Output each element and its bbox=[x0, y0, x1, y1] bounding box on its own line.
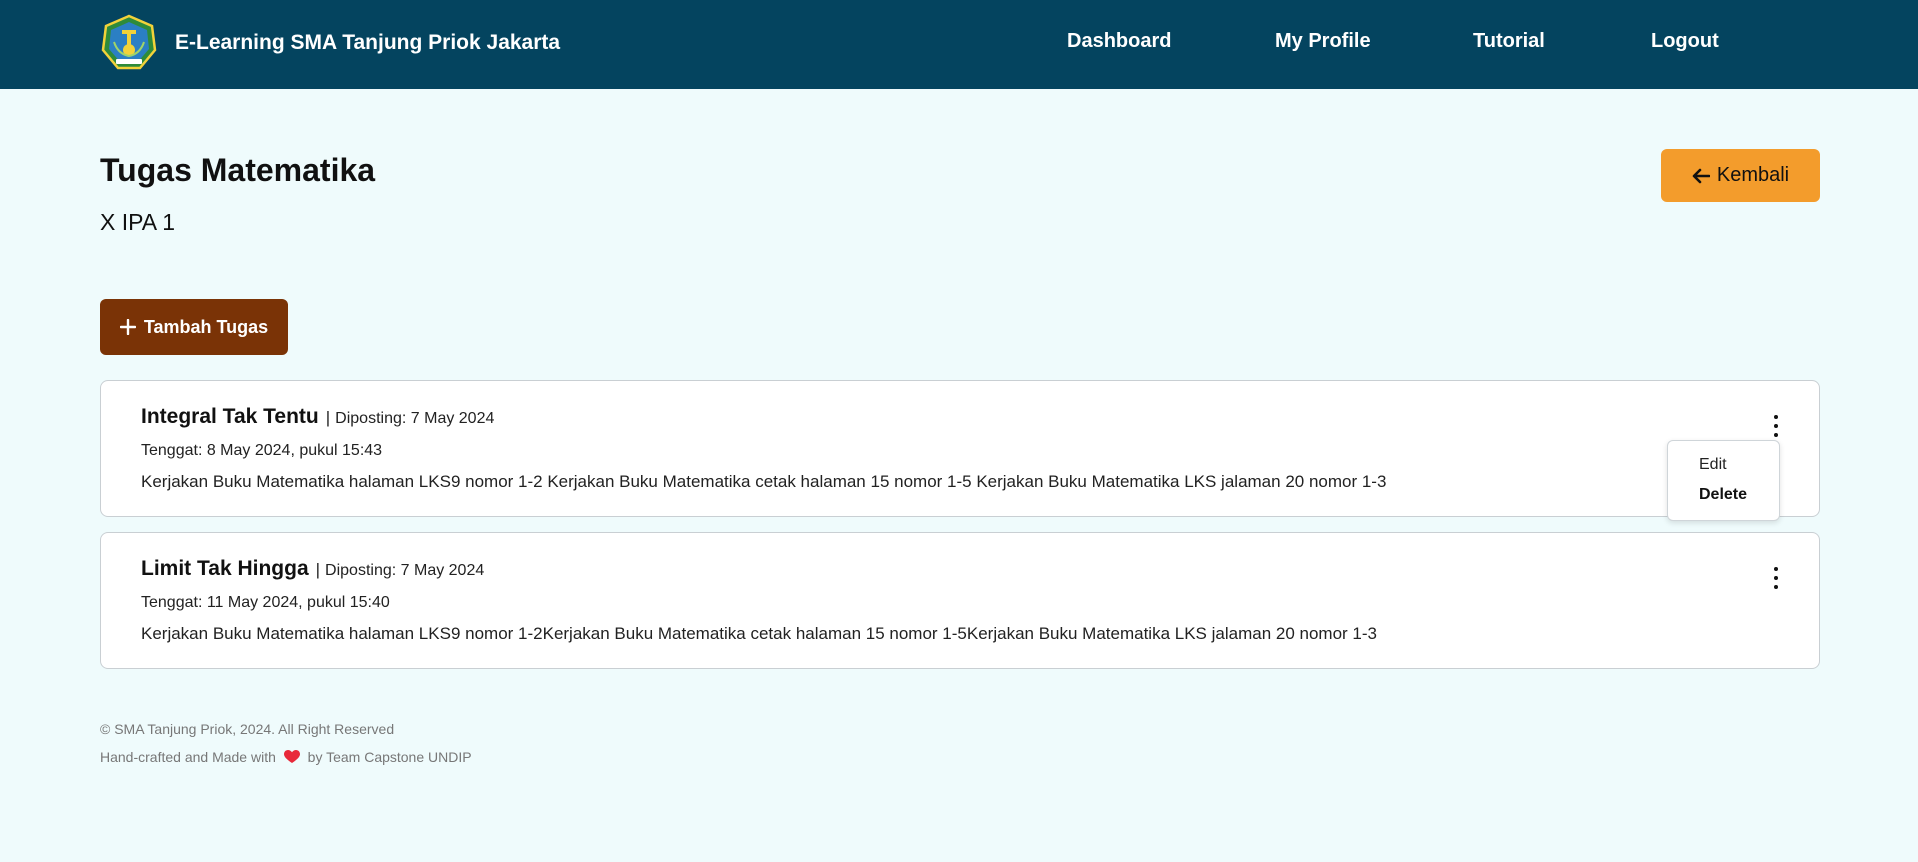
back-button[interactable]: Kembali bbox=[1661, 149, 1820, 202]
task-card[interactable]: Limit Tak Hingga | Diposting: 7 May 2024… bbox=[100, 532, 1820, 669]
nav-tutorial[interactable]: Tutorial bbox=[1473, 30, 1545, 53]
class-name: X IPA 1 bbox=[100, 209, 176, 235]
nav-dashboard[interactable]: Dashboard bbox=[1067, 30, 1171, 53]
school-logo-icon bbox=[100, 14, 158, 72]
task-card[interactable]: Integral Tak Tentu | Diposting: 7 May 20… bbox=[100, 380, 1820, 517]
back-button-label: Kembali bbox=[1716, 164, 1790, 186]
task-separator: | bbox=[315, 560, 321, 579]
heart-icon bbox=[283, 749, 300, 767]
task-description: Kerjakan Buku Matematika halaman LKS9 no… bbox=[141, 624, 1377, 643]
kebab-menu-icon[interactable] bbox=[1769, 415, 1783, 437]
task-actions-dropdown: Edit Delete bbox=[1667, 440, 1780, 521]
plus-icon bbox=[119, 319, 136, 335]
nav-my-profile[interactable]: My Profile bbox=[1275, 30, 1371, 53]
task-separator: | bbox=[325, 408, 331, 427]
task-title[interactable]: Limit Tak Hingga bbox=[141, 557, 309, 581]
menu-item-edit[interactable]: Edit bbox=[1699, 456, 1727, 474]
task-header: Limit Tak Hingga | Diposting: 7 May 2024 bbox=[141, 557, 484, 581]
task-title[interactable]: Integral Tak Tentu bbox=[141, 405, 319, 429]
footer-credit: Hand-crafted and Made with by Team Capst… bbox=[100, 749, 472, 767]
task-posted-date: Diposting: 7 May 2024 bbox=[335, 410, 495, 427]
page-title: Tugas Matematika bbox=[100, 152, 376, 188]
task-deadline: Tenggat: 11 May 2024, pukul 15:40 bbox=[141, 594, 390, 611]
brand-title: E-Learning SMA Tanjung Priok Jakarta bbox=[175, 31, 561, 54]
kebab-menu-icon[interactable] bbox=[1769, 567, 1783, 589]
menu-item-delete[interactable]: Delete bbox=[1699, 486, 1747, 504]
footer-credit-prefix: Hand-crafted and Made with bbox=[100, 749, 276, 765]
footer-copyright: © SMA Tanjung Priok, 2024. All Right Res… bbox=[100, 721, 395, 737]
task-header: Integral Tak Tentu | Diposting: 7 May 20… bbox=[141, 405, 494, 429]
brand[interactable]: E-Learning SMA Tanjung Priok Jakarta bbox=[100, 14, 560, 72]
task-description: Kerjakan Buku Matematika halaman LKS9 no… bbox=[141, 472, 1387, 491]
footer-credit-suffix: by Team Capstone UNDIP bbox=[307, 749, 472, 765]
add-task-label: Tambah Tugas bbox=[143, 316, 269, 337]
navbar: E-Learning SMA Tanjung Priok Jakarta Das… bbox=[0, 0, 1918, 89]
nav-logout[interactable]: Logout bbox=[1651, 30, 1719, 53]
add-task-button[interactable]: Tambah Tugas bbox=[100, 299, 288, 355]
task-posted-date: Diposting: 7 May 2024 bbox=[325, 562, 485, 579]
arrow-left-icon bbox=[1692, 168, 1710, 184]
task-deadline: Tenggat: 8 May 2024, pukul 15:43 bbox=[141, 442, 383, 459]
